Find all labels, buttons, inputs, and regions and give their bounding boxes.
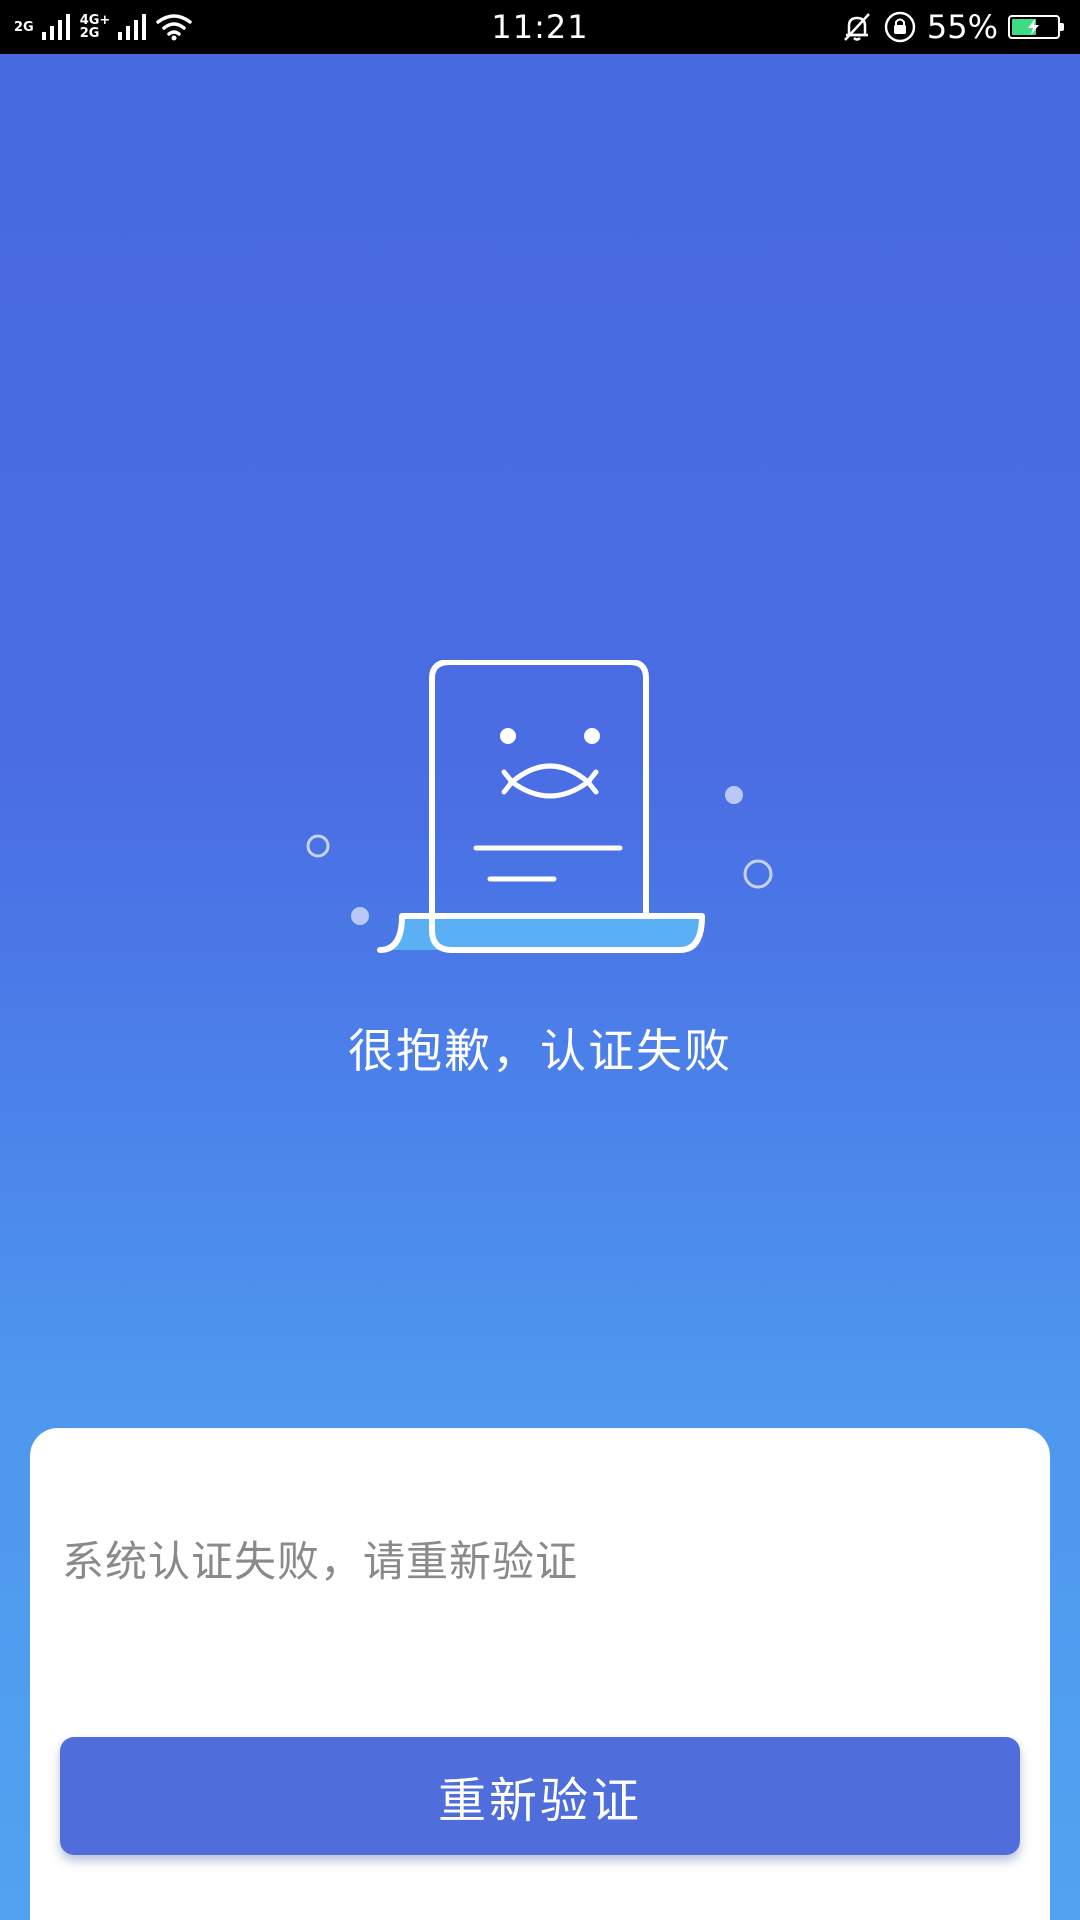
bubble-outline-left <box>306 834 330 858</box>
sad-document-icon <box>306 660 773 953</box>
failure-title: 很抱歉，认证失败 <box>348 1024 732 1078</box>
eye-left <box>500 728 516 744</box>
screen: 2G 4G+ 2G 11:21 55% 很抱歉，认证失败 系统认证失败，请重新验… <box>0 0 1080 1920</box>
bubble-outline-right <box>743 859 773 889</box>
status-bar: 2G 4G+ 2G 11:21 55% <box>0 0 1080 54</box>
status-right: 55% <box>841 8 1064 46</box>
rotation-lock-icon <box>884 11 916 43</box>
battery-percent: 55% <box>926 8 998 46</box>
eye-right <box>584 728 600 744</box>
paper-curl <box>380 916 702 950</box>
battery-charging-icon <box>1008 15 1064 39</box>
failure-message: 系统认证失败，请重新验证 <box>62 1537 579 1586</box>
mouth <box>507 763 593 799</box>
bell-muted-icon <box>843 13 870 41</box>
bubble-dot-right <box>725 786 743 804</box>
result-card: 系统认证失败，请重新验证 重新验证 <box>30 1428 1050 1920</box>
retry-verification-button[interactable]: 重新验证 <box>60 1737 1020 1855</box>
charging-bolt-icon <box>1028 19 1039 35</box>
bubble-dot-left <box>351 907 369 925</box>
